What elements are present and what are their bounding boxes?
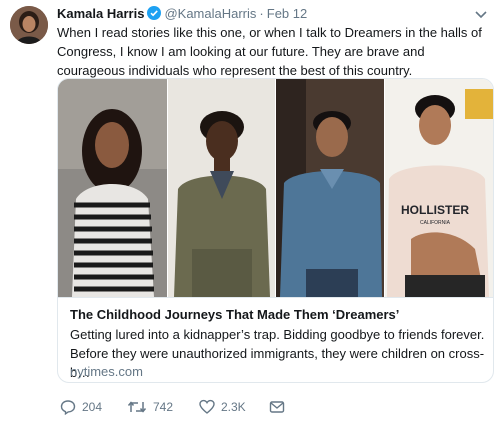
card-title[interactable]: The Childhood Journeys That Made Them ‘D…: [70, 306, 399, 324]
shirt-print-text: HOLLISTER: [401, 203, 469, 217]
retweet-icon: [127, 401, 147, 413]
tweet-actions: 204 742 2.3K: [57, 395, 317, 419]
like-count: 2.3K: [221, 400, 246, 414]
like-button[interactable]: 2.3K: [199, 395, 246, 419]
shirt-print-subtext: CALIFORNIA: [420, 220, 451, 226]
reply-button[interactable]: 204: [60, 395, 102, 419]
author-name[interactable]: Kamala Harris: [57, 6, 144, 21]
author-handle[interactable]: @KamalaHarris: [164, 6, 256, 21]
direct-message-button[interactable]: [269, 395, 291, 419]
envelope-icon: [269, 401, 285, 413]
separator-dot: ·: [259, 6, 264, 21]
card-photo-man-jacket: [168, 79, 275, 297]
retweet-count: 742: [153, 400, 174, 414]
avatar[interactable]: [10, 6, 48, 44]
reply-icon: [60, 400, 76, 415]
card-photo-man-denim: [276, 79, 384, 297]
link-card[interactable]: HOLLISTER CALIFORNIA The Childhood Journ…: [57, 78, 494, 383]
tweet-text: When I read stories like this one, or wh…: [57, 25, 482, 78]
card-text-area[interactable]: The Childhood Journeys That Made Them ‘D…: [58, 297, 493, 382]
tweet-timestamp[interactable]: Feb 12: [267, 6, 307, 21]
card-image[interactable]: HOLLISTER CALIFORNIA: [58, 79, 493, 297]
card-photo-man-hollister: HOLLISTER CALIFORNIA: [385, 79, 493, 297]
heart-icon: [199, 399, 215, 414]
card-photo-woman: [58, 79, 167, 297]
retweet-button[interactable]: 742: [127, 395, 173, 419]
tweet-header: Kamala Harris @KamalaHarris · Feb 12: [57, 5, 488, 23]
card-domain: nytimes.com: [70, 364, 143, 379]
chevron-down-icon[interactable]: [474, 5, 488, 23]
reply-count: 204: [82, 400, 103, 414]
